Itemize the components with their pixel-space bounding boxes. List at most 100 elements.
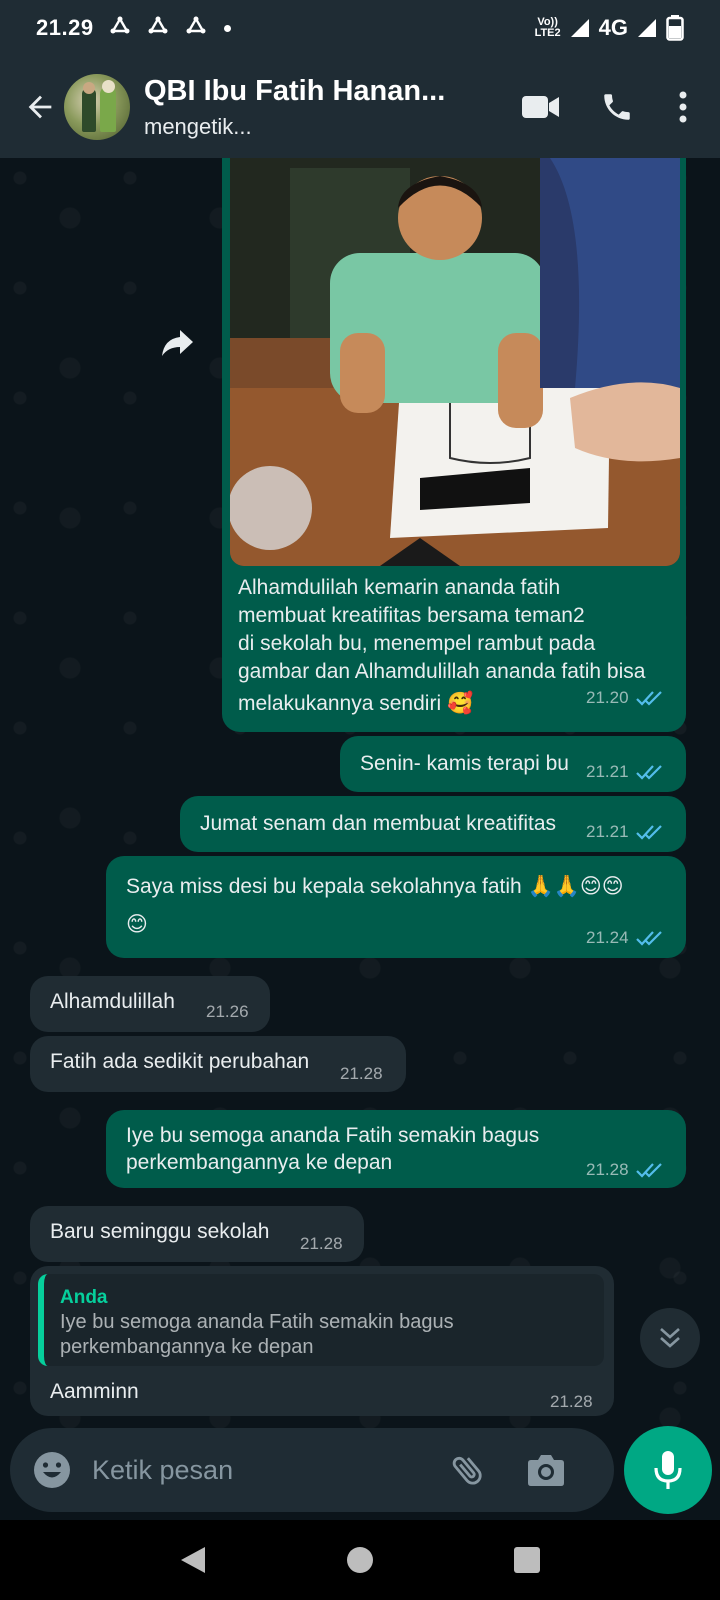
camera-button[interactable] (524, 1448, 568, 1492)
message-text: Alhamdulillah (50, 990, 175, 1013)
message-time: 21.28 (300, 1230, 343, 1257)
read-ticks-icon (635, 1162, 662, 1178)
message-time: 21.20 (586, 688, 665, 708)
chat-area[interactable]: Alhamdulilah kemarin ananda fatih membua… (0, 158, 720, 1430)
read-ticks-icon (635, 930, 662, 946)
battery-icon (666, 15, 684, 41)
message-line: Saya miss desi bu kepala sekolahnya fati… (126, 875, 624, 898)
scroll-to-bottom-button[interactable] (640, 1308, 700, 1368)
message-line: membuat kreatifitas bersama teman2 (238, 604, 585, 627)
message-input[interactable] (92, 1454, 422, 1486)
menu-button[interactable] (668, 82, 698, 132)
status-time: 21.29 (36, 15, 94, 40)
signal-icon (570, 19, 589, 37)
signal-icon (638, 19, 656, 37)
photo-image (230, 158, 680, 566)
message-time: 21.24 (586, 924, 665, 951)
read-ticks-icon (635, 691, 662, 706)
time-label: 21.28 (586, 1160, 629, 1179)
network-type: 4G (598, 15, 628, 40)
message-time: 21.28 (340, 1060, 383, 1087)
voice-record-button[interactable] (624, 1426, 712, 1514)
chat-title-block[interactable]: QBI Ibu Fatih Hanan... mengetik... (144, 75, 474, 140)
message-line: di sekolah bu, menempel rambut pada (238, 632, 596, 655)
message-text: Jumat senam dan membuat kreatifitas (200, 812, 556, 835)
message-text: Fatih ada sedikit perubahan (50, 1050, 310, 1073)
time-label: 21.28 (340, 1064, 383, 1083)
video-camera-icon (522, 96, 559, 118)
message-bubble-reply[interactable]: Anda Iye bu semoga ananda Fatih semakin … (30, 1266, 614, 1416)
circle-home-icon (346, 1547, 373, 1573)
message-text: Baru seminggu sekolah (50, 1220, 270, 1243)
message-bubble[interactable]: Alhamdulillah 21.26 (30, 976, 270, 1032)
mic-icon (654, 1451, 682, 1489)
quoted-message[interactable]: Anda Iye bu semoga ananda Fatih semakin … (38, 1274, 604, 1366)
emoji-icon (34, 1452, 70, 1488)
quote-author: Anda (60, 1287, 108, 1308)
quote-text: Iye bu semoga ananda Fatih semakin bagus… (60, 1310, 454, 1360)
nav-recents-button[interactable] (502, 1535, 552, 1585)
back-button[interactable] (10, 77, 70, 137)
message-bubble[interactable]: Senin- kamis terapi bu 21.21 (340, 736, 686, 792)
read-ticks-icon (635, 824, 662, 840)
system-nav-bar (0, 1520, 720, 1600)
nav-home-button[interactable] (335, 1535, 385, 1585)
forward-button[interactable] (154, 320, 200, 366)
notification-dot-icon (223, 24, 231, 32)
message-time: 21.26 (206, 998, 249, 1025)
emoji-button[interactable] (30, 1448, 74, 1492)
volte-bottom-label: LTE2 (534, 27, 561, 39)
avatar[interactable] (64, 74, 130, 140)
chat-title: QBI Ibu Fatih Hanan... (144, 74, 446, 107)
sync-icon (186, 16, 206, 34)
message-text: Saya miss desi bu kepala sekolahnya fati… (126, 868, 624, 944)
message-time: 21.28 (550, 1388, 593, 1415)
status-bar: 21.29 Vo)) LTE2 4G (0, 0, 720, 56)
message-bubble[interactable]: Iye bu semoga ananda Fatih semakin bagus… (106, 1110, 686, 1188)
message-bubble[interactable]: Saya miss desi bu kepala sekolahnya fati… (106, 856, 686, 958)
paperclip-icon (452, 1456, 482, 1485)
time-label: 21.28 (550, 1392, 593, 1411)
message-text: Iye bu semoga ananda Fatih semakin bagus… (126, 1122, 539, 1176)
arrow-left-icon (28, 95, 52, 119)
message-time: 21.21 (586, 818, 665, 845)
message-line: gambar dan Alhamdulillah ananda fatih bi… (238, 660, 646, 683)
message-line: 😊 (126, 913, 148, 936)
time-label: 21.28 (300, 1234, 343, 1253)
sync-icon (110, 16, 130, 34)
message-photo[interactable] (230, 158, 680, 566)
message-line: Alhamdulilah kemarin ananda fatih (238, 576, 561, 599)
forward-icon (162, 330, 193, 356)
video-call-button[interactable] (516, 82, 566, 132)
time-label: 21.26 (206, 1002, 249, 1021)
typing-status: mengetik... (144, 113, 252, 139)
message-text: Aamminn (50, 1380, 139, 1403)
message-bubble[interactable]: Jumat senam dan membuat kreatifitas 21.2… (180, 796, 686, 852)
message-composer (10, 1428, 614, 1512)
sync-icon (148, 16, 168, 34)
attach-button[interactable] (446, 1448, 490, 1492)
voice-call-button[interactable] (592, 82, 642, 132)
triangle-back-icon (181, 1547, 206, 1573)
time-label: 21.20 (586, 688, 629, 707)
volte-indicator: Vo)) LTE2 (535, 17, 561, 39)
square-recents-icon (513, 1547, 540, 1573)
more-vert-icon (679, 91, 687, 123)
time-label: 21.21 (586, 762, 629, 781)
message-bubble[interactable]: Baru seminggu sekolah 21.28 (30, 1206, 364, 1262)
time-label: 21.21 (586, 822, 629, 841)
message-bubble[interactable]: Fatih ada sedikit perubahan 21.28 (30, 1036, 406, 1092)
chat-header: QBI Ibu Fatih Hanan... mengetik... (0, 56, 720, 158)
phone-icon (604, 94, 630, 120)
camera-icon (528, 1455, 564, 1486)
nav-back-button[interactable] (168, 1535, 218, 1585)
message-time: 21.28 (586, 1156, 665, 1183)
message-text: Senin- kamis terapi bu (360, 752, 569, 775)
quote-line: Iye bu semoga ananda Fatih semakin bagus (60, 1311, 454, 1333)
read-ticks-icon (635, 764, 662, 780)
quote-line: perkembangannya ke depan (60, 1336, 314, 1358)
message-time: 21.21 (586, 758, 665, 785)
message-line: Iye bu semoga ananda Fatih semakin bagus (126, 1124, 540, 1147)
double-chevron-down-icon (660, 1328, 680, 1348)
time-label: 21.24 (586, 928, 629, 947)
